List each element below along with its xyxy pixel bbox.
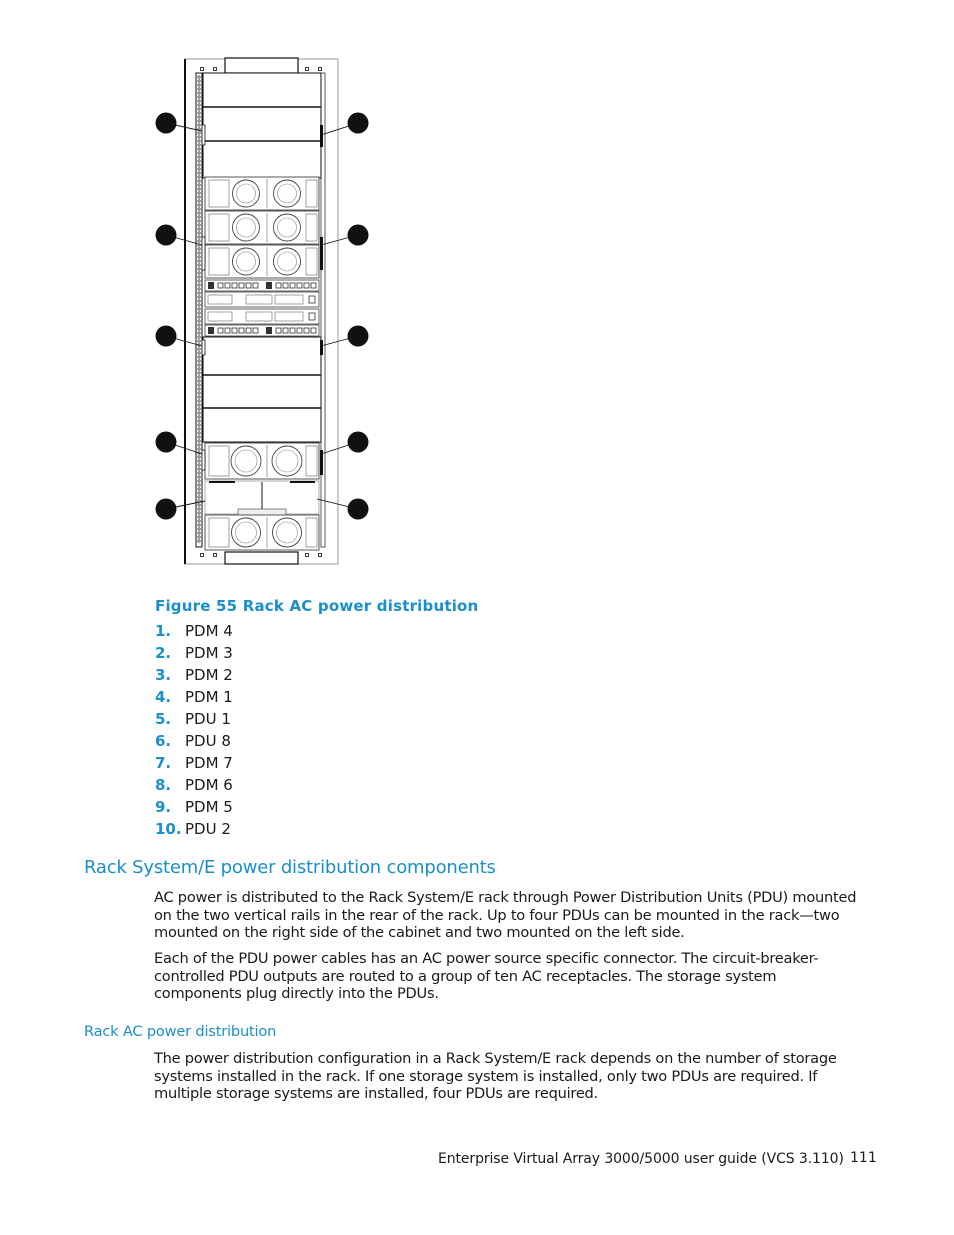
rack-bottom-bracket — [224, 551, 299, 565]
pdm-bracket — [201, 124, 206, 146]
body-paragraph: Each of the PDU power cables has an AC p… — [154, 950, 819, 1002]
legend-item: 4. PDM 1 — [155, 686, 233, 708]
subsection-heading: Rack AC power distribution — [84, 1023, 277, 1040]
legend-label: PDM 4 — [185, 622, 233, 640]
legend-item: 3. PDM 2 — [155, 664, 233, 686]
callout-marker — [347, 112, 369, 134]
page-number: 111 — [850, 1150, 877, 1166]
callout-marker — [155, 431, 177, 453]
callout-marker — [347, 431, 369, 453]
legend-number: 10. — [155, 820, 182, 838]
legend-item: 9. PDM 5 — [155, 796, 233, 818]
legend-number: 1. — [155, 622, 172, 640]
rack-power-figure — [150, 55, 385, 570]
pdm-bracket — [201, 236, 206, 271]
controller — [204, 291, 320, 308]
callout-marker — [347, 224, 369, 246]
power-inlet — [266, 327, 272, 334]
pdm-bracket — [320, 125, 323, 147]
pdm-bracket — [201, 449, 206, 471]
body-paragraph: The power distribution configuration in … — [154, 1050, 837, 1102]
blank-panel — [202, 336, 322, 443]
legend-label: PDU 8 — [185, 732, 231, 750]
legend-label: PDM 7 — [185, 754, 233, 772]
legend-label: PDM 2 — [185, 666, 233, 684]
body-paragraph: AC power is distributed to the Rack Syst… — [154, 889, 857, 941]
legend-item: 1. PDM 4 — [155, 620, 233, 642]
legend-item: 8. PDM 6 — [155, 774, 233, 796]
callout-marker — [347, 325, 369, 347]
enclosure-module — [305, 179, 318, 208]
fan-icon — [231, 517, 261, 548]
legend-item: 2. PDM 3 — [155, 642, 233, 664]
legend-label: PDM 1 — [185, 688, 233, 706]
legend-number: 4. — [155, 688, 172, 706]
power-inlet — [266, 282, 272, 289]
enclosure-module — [305, 213, 318, 242]
enclosure-module — [208, 517, 230, 548]
legend-label: PDM 3 — [185, 644, 233, 662]
legend-label: PDU 1 — [185, 710, 231, 728]
figure-legend: 1. PDM 4 2. PDM 3 3. PDM 2 4. PDM 1 5. PDU 1 … — [155, 620, 233, 840]
enclosure-module — [208, 445, 230, 477]
legend-label: PDM 6 — [185, 776, 233, 794]
rack-top-bracket — [224, 57, 299, 74]
legend-label: PDM 5 — [185, 798, 233, 816]
fan-icon — [271, 445, 303, 477]
callout-marker — [155, 224, 177, 246]
footer-document-title: Enterprise Virtual Array 3000/5000 user … — [438, 1151, 844, 1167]
callout-marker — [155, 498, 177, 520]
enclosure-module — [208, 213, 230, 242]
pdm-bracket — [201, 339, 206, 356]
legend-label: PDU 2 — [185, 820, 231, 838]
enclosure-module — [305, 445, 318, 477]
enclosure-module — [305, 517, 318, 548]
callout-marker — [347, 498, 369, 520]
legend-item: 7. PDM 7 — [155, 752, 233, 774]
legend-item: 5. PDU 1 — [155, 708, 233, 730]
pdm-bracket — [320, 237, 323, 270]
enclosure-module — [208, 179, 230, 208]
rack-diagram — [155, 57, 369, 565]
callout-marker — [155, 325, 177, 347]
legend-number: 5. — [155, 710, 172, 728]
legend-number: 3. — [155, 666, 172, 684]
legend-number: 6. — [155, 732, 172, 750]
power-inlet — [208, 282, 214, 289]
legend-number: 7. — [155, 754, 172, 772]
callout-marker — [155, 112, 177, 134]
blank-panel — [202, 72, 322, 179]
legend-item: 6. PDU 8 — [155, 730, 233, 752]
legend-number: 8. — [155, 776, 172, 794]
fan-icon — [230, 445, 262, 477]
legend-number: 2. — [155, 644, 172, 662]
figure-caption: Figure 55 Rack AC power distribution — [155, 597, 479, 615]
legend-item: 10. PDU 2 — [155, 818, 233, 840]
enclosure-module — [208, 247, 230, 276]
section-heading: Rack System/E power distribution compone… — [84, 857, 496, 878]
enclosure-module — [305, 247, 318, 276]
controller — [204, 308, 320, 325]
power-inlet — [208, 327, 214, 334]
fan-icon — [272, 517, 302, 548]
legend-number: 9. — [155, 798, 172, 816]
pdm-bracket — [320, 340, 323, 355]
